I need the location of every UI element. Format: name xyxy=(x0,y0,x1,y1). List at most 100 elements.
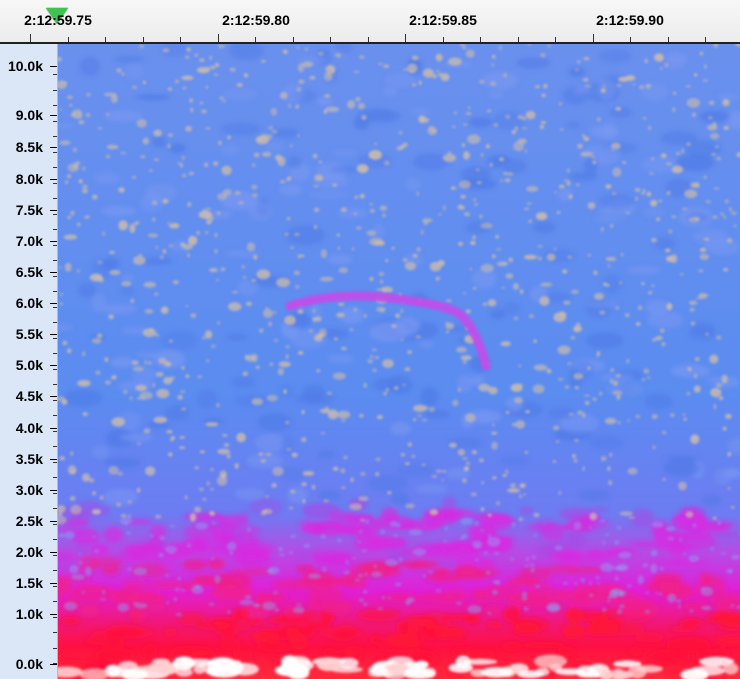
noise-speck xyxy=(189,98,194,103)
noise-speck xyxy=(459,536,465,540)
noise-speck xyxy=(731,554,740,560)
freq-label: 5.0k xyxy=(15,357,43,373)
energy-blob xyxy=(327,254,353,265)
noise-speck xyxy=(588,526,593,529)
energy-blob xyxy=(566,610,609,622)
energy-blob xyxy=(338,525,379,537)
spectrogram-view[interactable] xyxy=(58,44,740,679)
noise-speck xyxy=(272,130,278,133)
noise-speck xyxy=(693,73,698,77)
noise-speck xyxy=(603,282,607,287)
freq-label: 1.5k xyxy=(15,575,43,591)
noise-speck xyxy=(561,269,568,274)
noise-speck xyxy=(721,552,726,555)
noise-speck xyxy=(694,374,697,378)
energy-blob xyxy=(114,55,145,63)
noise-speck xyxy=(584,84,591,88)
noise-speck xyxy=(279,92,288,100)
noise-speck xyxy=(326,391,333,395)
noise-speck xyxy=(730,505,735,510)
energy-blob xyxy=(522,641,566,649)
noise-speck xyxy=(290,246,295,250)
noise-speck xyxy=(270,107,277,116)
noise-speck xyxy=(337,302,345,306)
noise-speck xyxy=(108,250,116,254)
noise-speck xyxy=(108,314,114,320)
noise-speck xyxy=(382,359,394,368)
energy-blob xyxy=(164,627,177,637)
energy-blob xyxy=(594,622,619,635)
noise-speck xyxy=(384,559,398,567)
noise-speck xyxy=(144,309,154,314)
noise-speck xyxy=(521,596,528,601)
noise-speck xyxy=(204,330,213,339)
noise-speck xyxy=(532,384,545,394)
ruler-tick xyxy=(105,37,106,42)
noise-speck xyxy=(58,266,62,269)
noise-speck xyxy=(456,346,467,353)
noise-speck xyxy=(287,216,291,221)
peak-blob xyxy=(481,667,513,678)
noise-speck xyxy=(238,201,245,205)
freq-tick-minor xyxy=(53,539,57,540)
noise-speck xyxy=(584,400,590,406)
noise-speck xyxy=(162,198,169,204)
noise-speck xyxy=(422,68,434,78)
noise-speck xyxy=(559,311,565,316)
noise-speck xyxy=(455,601,462,605)
noise-speck xyxy=(440,73,450,82)
freq-tick xyxy=(50,115,57,116)
noise-speck xyxy=(187,202,192,207)
energy-blob xyxy=(716,93,740,100)
noise-speck xyxy=(377,62,384,65)
noise-speck xyxy=(583,56,590,61)
noise-speck xyxy=(582,466,585,472)
noise-speck xyxy=(441,479,445,482)
noise-speck xyxy=(180,407,187,411)
noise-speck xyxy=(128,514,131,518)
energy-blob xyxy=(122,544,158,552)
noise-speck xyxy=(644,610,651,614)
noise-speck xyxy=(574,386,579,390)
noise-speck xyxy=(599,391,603,396)
noise-speck xyxy=(71,574,85,580)
noise-speck xyxy=(360,519,365,522)
noise-speck xyxy=(380,286,394,293)
noise-speck xyxy=(574,439,580,442)
ruler-tick xyxy=(293,37,294,42)
freq-tick-minor xyxy=(53,105,57,106)
noise-speck xyxy=(84,215,90,219)
energy-blob xyxy=(383,86,398,97)
noise-speck xyxy=(559,128,564,131)
energy-blob xyxy=(533,221,556,233)
noise-speck xyxy=(359,414,364,418)
noise-speck xyxy=(442,153,457,163)
freq-tick-minor xyxy=(53,446,57,447)
noise-speck xyxy=(227,135,231,140)
noise-speck xyxy=(165,574,169,578)
noise-speck xyxy=(205,85,208,89)
noise-speck xyxy=(387,491,392,495)
freq-tick-minor xyxy=(53,121,57,122)
noise-speck xyxy=(336,233,340,237)
noise-speck xyxy=(216,475,228,486)
energy-blob xyxy=(670,364,711,378)
noise-speck xyxy=(154,292,159,296)
noise-speck xyxy=(537,256,542,261)
energy-blob xyxy=(244,617,264,626)
noise-speck xyxy=(223,443,230,447)
noise-speck xyxy=(656,217,661,222)
timeline-ruler[interactable]: 2:12:59.75 2:12:59.80 2:12:59.85 2:12:59… xyxy=(0,0,740,44)
noise-speck xyxy=(533,512,540,518)
noise-speck xyxy=(65,180,69,184)
energy-blob xyxy=(232,608,250,621)
noise-speck xyxy=(554,191,557,194)
energy-blob xyxy=(706,375,720,385)
energy-blob xyxy=(140,193,163,213)
noise-speck xyxy=(665,162,672,166)
freq-tick xyxy=(50,583,57,584)
noise-speck xyxy=(78,179,83,184)
noise-speck xyxy=(511,522,516,526)
noise-speck xyxy=(180,390,186,393)
frequency-axis[interactable]: 10.0k 9.0k 8.5k 8.0k 7.5k 7.0k 6.5k 6.0k… xyxy=(0,44,58,679)
